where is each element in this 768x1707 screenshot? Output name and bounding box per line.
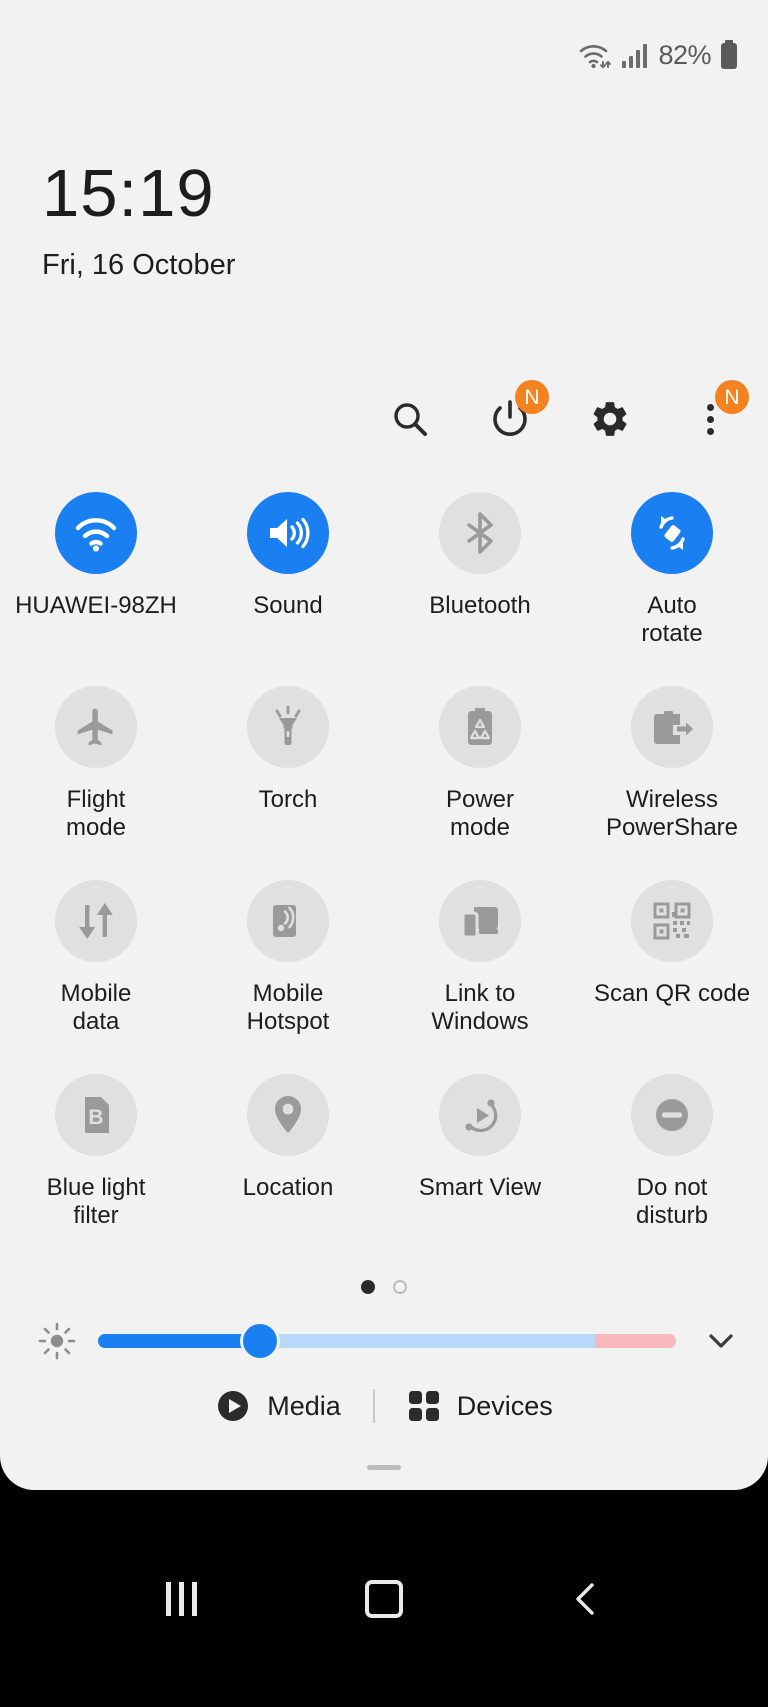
overflow-menu-icon [706,403,714,435]
page-dot-active[interactable] [361,1280,375,1294]
quick-settings-action-row: N N [0,380,768,445]
battery-icon [720,40,738,70]
drag-handle[interactable] [367,1465,401,1470]
wifi-signal-icon [578,40,612,70]
power-button[interactable]: N [484,380,549,445]
toggle-auto-rotate[interactable]: Auto rotate [576,492,768,686]
airplane-icon [55,686,137,768]
gear-icon [593,402,627,436]
toggle-label: Scan QR code [593,980,751,1007]
location-pin-icon [247,1074,329,1156]
do-not-disturb-icon [631,1074,713,1156]
toggle-label: Wireless PowerShare [605,786,739,842]
recents-button[interactable] [136,1554,226,1644]
toggle-label: Power mode [445,786,515,842]
brightness-expand-button[interactable] [698,1318,744,1364]
search-icon [394,403,427,436]
quick-settings-panel: 82% 15:19 Fri, 16 October N N HUAWEI-98Z… [0,0,768,1707]
toggle-torch[interactable]: Torch [192,686,384,880]
recents-icon [165,1581,197,1616]
toggle-label: Blue light filter [46,1174,146,1230]
devices-button[interactable]: Devices [407,1389,553,1423]
devices-label: Devices [456,1390,553,1421]
media-devices-row: Media Devices [0,1388,768,1424]
qr-code-icon [631,880,713,962]
brightness-slider[interactable] [98,1324,676,1358]
clock-block: 15:19 Fri, 16 October [42,160,235,282]
toggle-mobile-data[interactable]: Mobile data [0,880,192,1074]
page-indicator [0,1280,768,1294]
power-button-badge: N [515,380,549,414]
toggle-label: Do not disturb [635,1174,709,1230]
chevron-down-icon [709,1334,733,1348]
toggle-flight-mode[interactable]: Flight mode [0,686,192,880]
flashlight-icon [247,686,329,768]
toggle-wifi[interactable]: HUAWEI-98ZH [0,492,192,686]
more-options-button[interactable]: N [684,380,749,445]
more-options-badge: N [715,380,749,414]
page-dot-inactive[interactable] [393,1280,407,1294]
clock-date: Fri, 16 October [42,249,236,281]
brightness-row [0,1318,768,1364]
toggle-label: Sound [253,592,323,619]
hotspot-icon [247,880,329,962]
status-bar: 82% [0,0,768,110]
toggle-label: Auto rotate [641,592,703,648]
svg-text:B: B [88,1106,103,1129]
toggle-label: Torch [258,786,318,813]
navigation-bar [0,1490,768,1707]
toggle-label: Location [242,1174,334,1201]
toggle-sound[interactable]: Sound [192,492,384,686]
volume-icon [247,492,329,574]
toggle-scan-qr-code[interactable]: Scan QR code [576,880,768,1074]
cellular-signal-icon [621,41,649,69]
wireless-powershare-icon [631,686,713,768]
media-button[interactable]: Media [215,1388,341,1424]
toggle-label: HUAWEI-98ZH [15,592,177,619]
toggle-label: Flight mode [65,786,127,842]
home-button[interactable] [339,1554,429,1644]
toggle-label: Smart View [418,1174,542,1201]
link-to-windows-icon [439,880,521,962]
smart-view-icon [439,1074,521,1156]
quick-settings-sheet: 82% 15:19 Fri, 16 October N N HUAWEI-98Z… [0,0,768,1490]
power-mode-icon [439,686,521,768]
auto-rotate-icon [631,492,713,574]
clock-time: 15:19 [42,156,215,231]
search-button[interactable] [384,393,436,445]
back-button[interactable] [542,1554,632,1644]
quick-toggle-grid: HUAWEI-98ZH Sound Bluetooth Auto rotate … [0,492,768,1268]
toggle-smart-view[interactable]: Smart View [384,1074,576,1268]
toggle-power-mode[interactable]: Power mode [384,686,576,880]
blue-light-filter-icon: B [55,1074,137,1156]
toggle-bluetooth[interactable]: Bluetooth [384,492,576,686]
toggle-mobile-hotspot[interactable]: Mobile Hotspot [192,880,384,1074]
toggle-location[interactable]: Location [192,1074,384,1268]
brightness-slider-knob[interactable] [242,1324,277,1358]
toggle-link-to-windows[interactable]: Link to Windows [384,880,576,1074]
toggle-label: Mobile Hotspot [246,980,330,1036]
home-icon [364,1579,403,1618]
toggle-label: Mobile data [60,980,132,1036]
mobile-data-icon [55,880,137,962]
back-icon [575,1582,594,1615]
brightness-icon [34,1318,80,1364]
toggle-blue-light-filter[interactable]: B Blue light filter [0,1074,192,1268]
divider [372,1389,375,1423]
battery-percent-text: 82% [658,39,711,70]
toggle-label: Bluetooth [429,592,531,619]
toggle-do-not-disturb[interactable]: Do not disturb [576,1074,768,1268]
devices-grid-icon [408,1391,439,1421]
play-circle-icon [218,1391,249,1421]
bluetooth-icon [439,492,521,574]
toggle-wireless-powershare[interactable]: Wireless PowerShare [576,686,768,880]
wifi-icon [55,492,137,574]
toggle-label: Link to Windows [431,980,529,1036]
media-label: Media [267,1390,341,1421]
settings-button[interactable] [584,393,636,445]
